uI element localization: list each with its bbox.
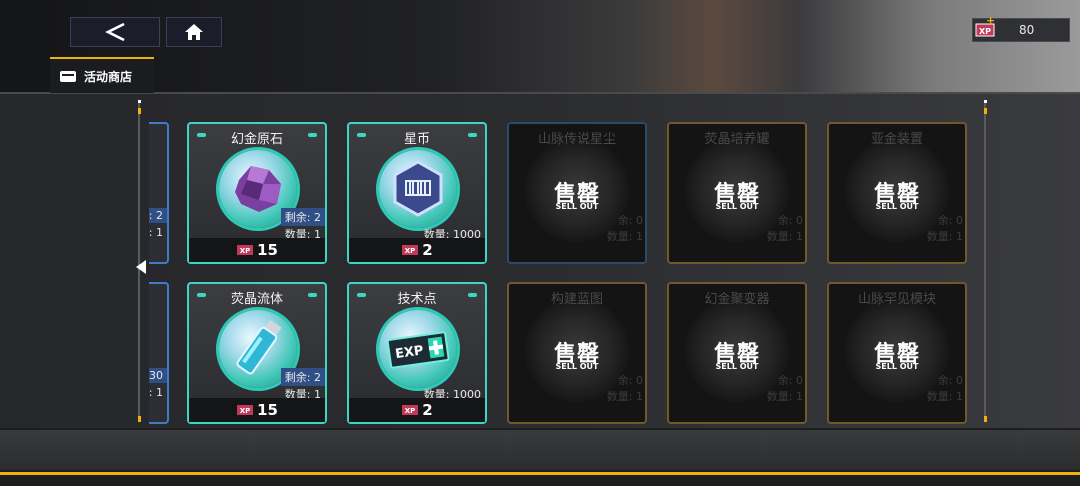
star-coin-icon	[379, 150, 457, 228]
remain-count: 余: 0	[777, 214, 803, 227]
panel-marker	[138, 416, 141, 422]
currency-amount: 80	[1019, 23, 1035, 37]
quantity: : 1	[149, 386, 163, 399]
tab-label: 活动商店	[84, 69, 133, 84]
header-background	[0, 0, 1080, 94]
svg-text:XP: XP	[240, 247, 251, 255]
item-card-partial[interactable]: : 2 : 1	[149, 122, 169, 264]
svg-text:XP: XP	[405, 407, 416, 415]
item-card[interactable]: 星币 数量: 1000 XP 2	[347, 122, 487, 264]
panel-marker	[984, 108, 987, 114]
remain-count: : 2	[149, 208, 167, 223]
quantity: 数量: 1	[926, 230, 963, 243]
home-icon	[185, 24, 203, 40]
price-bar: XP 15	[189, 238, 325, 262]
tab-event-shop[interactable]: 活动商店	[50, 57, 154, 93]
panel-dot	[138, 100, 141, 103]
item-name: 山脉罕见模块	[857, 292, 936, 307]
exp-chip-icon: EXP	[379, 310, 457, 388]
sold-out-label-en: SELL OUT	[555, 202, 599, 211]
back-arrow-icon	[105, 22, 125, 42]
sold-out-label-en: SELL OUT	[555, 362, 599, 371]
remain-count: 余: 0	[777, 374, 803, 387]
item-name: 构建蓝图	[550, 292, 603, 307]
xp-ticket-icon: XP	[402, 405, 419, 415]
quantity: 数量: 1	[766, 390, 803, 403]
sold-out-label-en: SELL OUT	[875, 362, 919, 371]
item-card-partial[interactable]: 30 : 1	[149, 282, 169, 424]
item-card-sold-out[interactable]: 亚金装置 余: 0 数量: 1 售罄 SELL OUT	[827, 122, 967, 264]
panel-marker	[138, 108, 141, 114]
panel-marker	[984, 416, 987, 422]
quantity: 数量: 1	[606, 230, 643, 243]
item-card-sold-out[interactable]: 山脉传说星尘 余: 0 数量: 1 售罄 SELL OUT	[507, 122, 647, 264]
item-card-sold-out[interactable]: 山脉罕见模块 余: 0 数量: 1 售罄 SELL OUT	[827, 282, 967, 424]
remain-count: 余: 0	[617, 214, 643, 227]
price-bar: XP 2	[349, 398, 485, 422]
item-card-sold-out[interactable]: 幻金聚变器 余: 0 数量: 1 售罄 SELL OUT	[667, 282, 807, 424]
quantity: 数量: 1	[926, 390, 963, 403]
quantity: : 1	[149, 226, 163, 239]
card-icon	[60, 70, 76, 82]
item-name: 山脉传说星尘	[537, 132, 616, 147]
item-name: 荧晶流体	[230, 292, 283, 307]
back-button[interactable]	[70, 17, 160, 47]
remain-count: 余: 0	[937, 214, 963, 227]
xp-ticket-icon: XP	[237, 245, 254, 255]
price-bar: XP 2	[349, 238, 485, 262]
home-button[interactable]	[166, 17, 222, 47]
xp-ticket-icon: XP	[402, 245, 419, 255]
sold-out-label-en: SELL OUT	[715, 362, 759, 371]
item-card-sold-out[interactable]: 构建蓝图 余: 0 数量: 1 售罄 SELL OUT	[507, 282, 647, 424]
footer-band	[0, 430, 1080, 470]
item-card[interactable]: 幻金原石 剩余: 2 数量: 1 XP 15	[187, 122, 327, 264]
scroll-left-arrow-icon[interactable]	[136, 260, 146, 274]
price: 2	[422, 241, 433, 259]
remain-count: 余: 0	[617, 374, 643, 387]
item-grid: : 2 : 1 30 : 1 幻金原石 剩余: 2 数量: 1 XP 15 星币	[149, 110, 980, 432]
item-name: 星币	[403, 132, 430, 147]
panel-edge-right	[984, 100, 986, 420]
item-card[interactable]: 技术点 EXP 数量: 1000 XP 2	[347, 282, 487, 424]
price-bar: XP 15	[189, 398, 325, 422]
price: 15	[257, 401, 278, 419]
item-card[interactable]: 荧晶流体 剩余: 2 数量: 1 XP 15	[187, 282, 327, 424]
item-name: 技术点	[397, 292, 437, 307]
remain-count: 剩余: 2	[280, 208, 325, 226]
remain-count: 余: 0	[937, 374, 963, 387]
footer-accent-line	[0, 472, 1080, 475]
item-name: 荧晶培养罐	[704, 132, 770, 147]
svg-text:XP: XP	[240, 407, 251, 415]
plus-icon[interactable]: +	[986, 14, 995, 27]
price: 15	[257, 241, 278, 259]
sold-out-label-en: SELL OUT	[715, 202, 759, 211]
item-name: 幻金原石	[230, 132, 283, 147]
quantity: 数量: 1	[766, 230, 803, 243]
item-card-sold-out[interactable]: 荧晶培养罐 余: 0 数量: 1 售罄 SELL OUT	[667, 122, 807, 264]
item-name: 幻金聚变器	[704, 292, 770, 307]
remain-count: 剩余: 2	[280, 368, 325, 386]
xp-ticket-icon: XP	[237, 405, 254, 415]
svg-text:XP: XP	[405, 247, 416, 255]
item-name: 亚金装置	[870, 132, 923, 147]
svg-text:XP: XP	[979, 27, 991, 36]
remain-count: 30	[149, 368, 167, 383]
sold-out-label-en: SELL OUT	[875, 202, 919, 211]
quantity: 数量: 1	[606, 390, 643, 403]
price: 2	[422, 401, 433, 419]
panel-dot	[984, 100, 987, 103]
